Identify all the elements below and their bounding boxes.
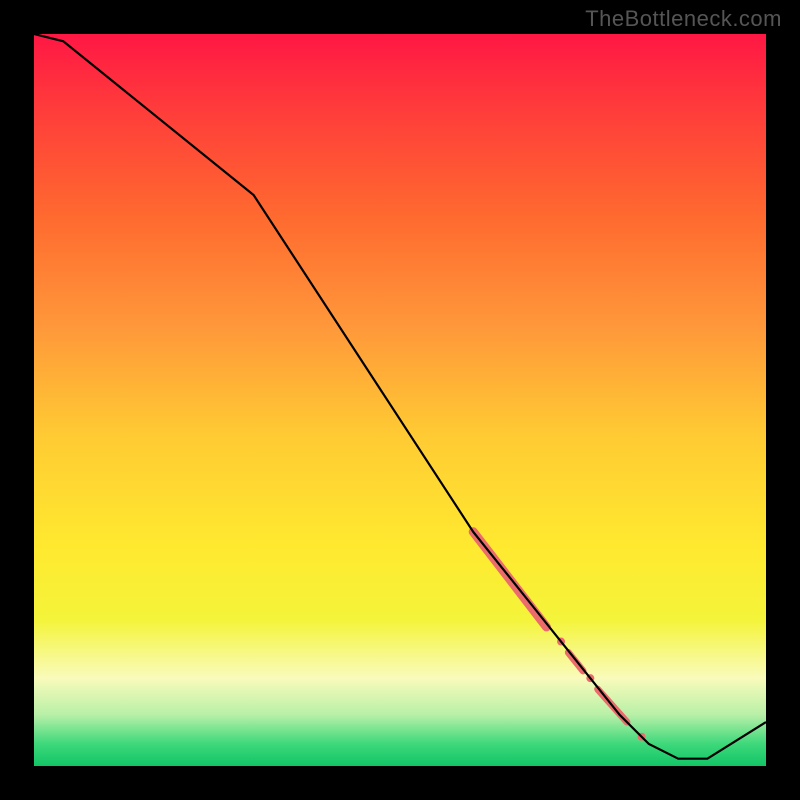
chart-svg	[34, 34, 766, 766]
chart-background	[34, 34, 766, 766]
watermark-text: TheBottleneck.com	[585, 6, 782, 32]
chart-plot-area	[34, 34, 766, 766]
